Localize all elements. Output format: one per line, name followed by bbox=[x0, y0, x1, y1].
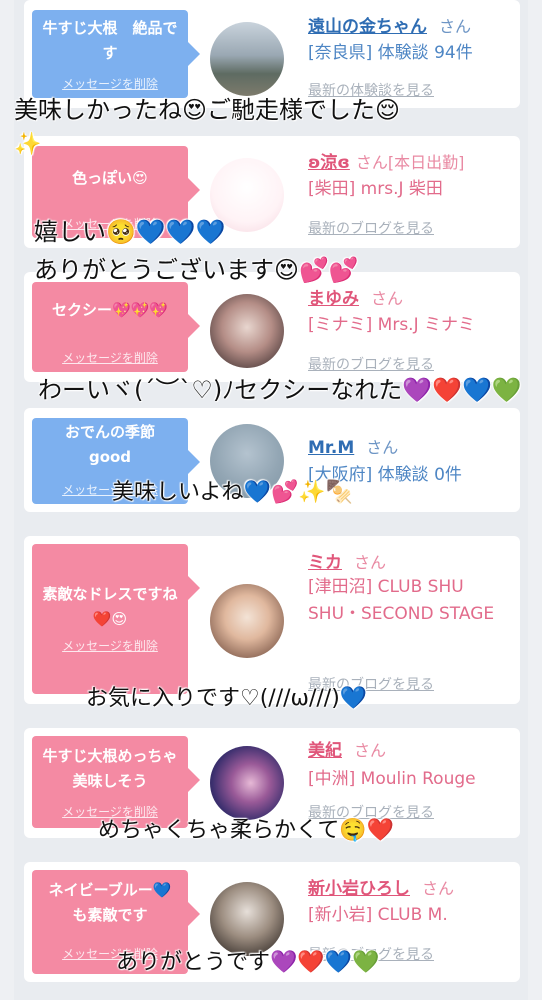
honorific-label: さん bbox=[422, 879, 455, 898]
delete-message-link[interactable]: メッセージを削除 bbox=[32, 349, 188, 366]
avatar[interactable] bbox=[210, 584, 284, 658]
overlay-caption: お気に入りです♡(///ω///)💙 bbox=[86, 686, 368, 711]
message-text: 牛すじ大根めっちゃ美味しそう bbox=[42, 747, 178, 790]
honorific-label: さん bbox=[371, 289, 404, 308]
overlay-caption: ✨ bbox=[14, 132, 42, 157]
user-info: [柴田] mrs.J 柴田 bbox=[308, 179, 443, 199]
overlay-caption: 美味しいよね💙💕✨🍢 bbox=[112, 480, 354, 505]
message-text: おでんの季節 good bbox=[64, 423, 155, 466]
message-text: 牛すじ大根 絶品です bbox=[42, 19, 178, 62]
message-text: セクシー💖💖💖 bbox=[51, 301, 169, 319]
message-bubble: 素敵なドレスですね❤️😍 メッセージを削除 bbox=[32, 544, 200, 694]
message-bubble: 牛すじ大根 絶品です メッセージを削除 bbox=[32, 10, 200, 98]
avatar[interactable] bbox=[210, 746, 284, 820]
overlay-caption: 美味しかったね😍ご馳走様でした😌 bbox=[14, 96, 401, 124]
user-name-link[interactable]: ʚ涼ɞ bbox=[308, 153, 350, 173]
overlay-caption: ありがとうです💜❤️💙💚 bbox=[116, 950, 380, 975]
overlay-caption: ありがとうございます😍💕💕 bbox=[34, 256, 359, 284]
user-info: [ミナミ] Mrs.J ミナミ bbox=[308, 315, 476, 335]
user-name-link[interactable]: ミカ bbox=[308, 553, 342, 573]
user-info: [奈良県] 体験談 94件 bbox=[308, 43, 473, 63]
overlay-caption: 嬉しい🥺💙💙💙 bbox=[34, 218, 226, 246]
user-name-link[interactable]: 新小岩ひろし bbox=[308, 879, 410, 899]
user-info: [新小岩] CLUB M. bbox=[308, 905, 448, 925]
message-text: ネイビーブルー💙も素敵です bbox=[48, 881, 172, 924]
user-name-link[interactable]: 遠山の金ちゃん bbox=[308, 17, 427, 37]
honorific-label: さん bbox=[354, 553, 387, 572]
message-card: セクシー💖💖💖 メッセージを削除 まゆみ さん [ミナミ] Mrs.J ミナミ 最… bbox=[24, 272, 520, 382]
honorific-label: さん bbox=[354, 741, 387, 760]
delete-message-link[interactable]: メッセージを削除 bbox=[32, 637, 188, 654]
honorific-label: さん bbox=[366, 438, 399, 457]
message-text: 色っぽい😍 bbox=[72, 169, 148, 187]
message-card: 素敵なドレスですね❤️😍 メッセージを削除 ミカ さん [津田沼] CLUB SH… bbox=[24, 536, 520, 704]
user-name-link[interactable]: まゆみ bbox=[308, 289, 359, 309]
avatar[interactable] bbox=[210, 22, 284, 96]
honorific-label: さん[本日出勤] bbox=[355, 153, 465, 172]
message-text: 素敵なドレスですね❤️😍 bbox=[42, 585, 178, 628]
user-name-link[interactable]: Mr.M bbox=[308, 438, 354, 458]
honorific-label: さん bbox=[439, 17, 472, 36]
user-info: [中洲] Moulin Rouge bbox=[308, 769, 476, 789]
overlay-caption: わーいヾ(´︶`♡)ﾉセクシーなれた💜❤️💙💚 bbox=[38, 376, 522, 404]
message-bubble: セクシー💖💖💖 メッセージを削除 bbox=[32, 282, 200, 372]
latest-link[interactable]: 最新のブログを見る bbox=[308, 218, 434, 238]
user-info: [津田沼] CLUB SHU SHU・SECOND STAGE bbox=[308, 577, 495, 624]
user-name-link[interactable]: 美紀 bbox=[308, 741, 342, 761]
avatar[interactable] bbox=[210, 294, 284, 368]
overlay-caption: めちゃくちゃ柔らかくて🤤❤️ bbox=[98, 818, 395, 843]
